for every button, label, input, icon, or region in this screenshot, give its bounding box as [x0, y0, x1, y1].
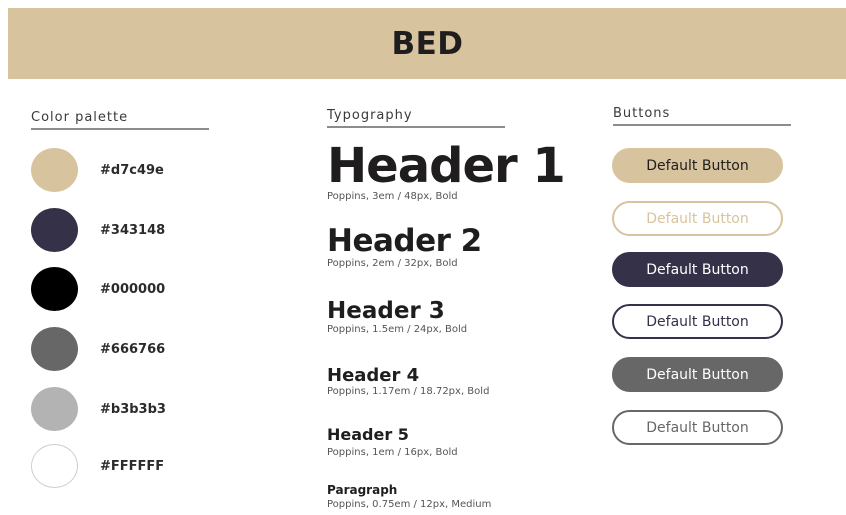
swatch-row: #343148 — [31, 208, 165, 252]
swatch-row: #666766 — [31, 327, 165, 371]
paragraph-spec: Poppins, 0.75em / 12px, Medium — [327, 499, 492, 510]
swatch-hex-label: #d7c49e — [100, 162, 164, 178]
header-1-sample: Header 1 — [327, 138, 566, 194]
paragraph-sample: Paragraph — [327, 483, 398, 497]
swatch-row: #FFFFFF — [31, 444, 164, 488]
swatch-row: #d7c49e — [31, 148, 164, 192]
color-swatch — [31, 208, 78, 252]
default-button-primary-filled[interactable]: Default Button — [612, 148, 783, 183]
color-swatch — [31, 387, 78, 431]
header-3-spec: Poppins, 1.5em / 24px, Bold — [327, 324, 468, 335]
page-title: BED — [391, 25, 464, 62]
color-swatch — [31, 327, 78, 371]
button-label: Default Button — [646, 210, 749, 227]
color-palette-heading: Color palette — [31, 110, 209, 130]
typography-item-h5: Header 5 Poppins, 1em / 16px, Bold — [327, 425, 458, 459]
swatch-row: #b3b3b3 — [31, 387, 166, 431]
typography-heading: Typography — [327, 108, 505, 128]
header-3-sample: Header 3 — [327, 298, 445, 324]
button-label: Default Button — [646, 366, 749, 383]
buttons-heading: Buttons — [613, 106, 791, 126]
typography-item-h2: Header 2 Poppins, 2em / 32px, Bold — [327, 223, 482, 270]
button-label: Default Button — [646, 419, 749, 436]
default-button-navy-outline[interactable]: Default Button — [612, 304, 783, 339]
header-4-spec: Poppins, 1.17em / 18.72px, Bold — [327, 386, 490, 397]
typography-item-h4: Header 4 Poppins, 1.17em / 18.72px, Bold — [327, 365, 490, 398]
swatch-hex-label: #b3b3b3 — [100, 401, 166, 417]
header-4-sample: Header 4 — [327, 365, 420, 386]
button-label: Default Button — [646, 157, 749, 174]
swatch-hex-label: #FFFFFF — [100, 458, 165, 474]
style-guide-page: BED Color palette #d7c49e #343148 #00000… — [0, 0, 846, 515]
swatch-hex-label: #666766 — [100, 341, 166, 357]
header-2-sample: Header 2 — [327, 223, 482, 259]
default-button-primary-outline[interactable]: Default Button — [612, 201, 783, 236]
header-5-spec: Poppins, 1em / 16px, Bold — [327, 447, 458, 458]
color-swatch — [31, 267, 78, 311]
swatch-hex-label: #000000 — [100, 281, 166, 297]
default-button-gray-outline[interactable]: Default Button — [612, 410, 783, 445]
typography-item-paragraph: Paragraph Poppins, 0.75em / 12px, Medium — [327, 484, 491, 510]
swatch-row: #000000 — [31, 267, 165, 311]
default-button-navy-filled[interactable]: Default Button — [612, 252, 783, 287]
header-5-sample: Header 5 — [327, 425, 409, 444]
typography-item-h3: Header 3 Poppins, 1.5em / 24px, Bold — [327, 298, 468, 336]
header-2-spec: Poppins, 2em / 32px, Bold — [327, 258, 458, 269]
button-label: Default Button — [646, 261, 749, 278]
color-swatch — [31, 148, 78, 192]
typography-item-h1: Header 1 Poppins, 3em / 48px, Bold — [327, 138, 566, 202]
title-banner: BED — [8, 8, 846, 79]
default-button-gray-filled[interactable]: Default Button — [612, 357, 783, 392]
color-swatch — [31, 444, 78, 488]
swatch-hex-label: #343148 — [100, 222, 166, 238]
button-label: Default Button — [646, 313, 749, 330]
